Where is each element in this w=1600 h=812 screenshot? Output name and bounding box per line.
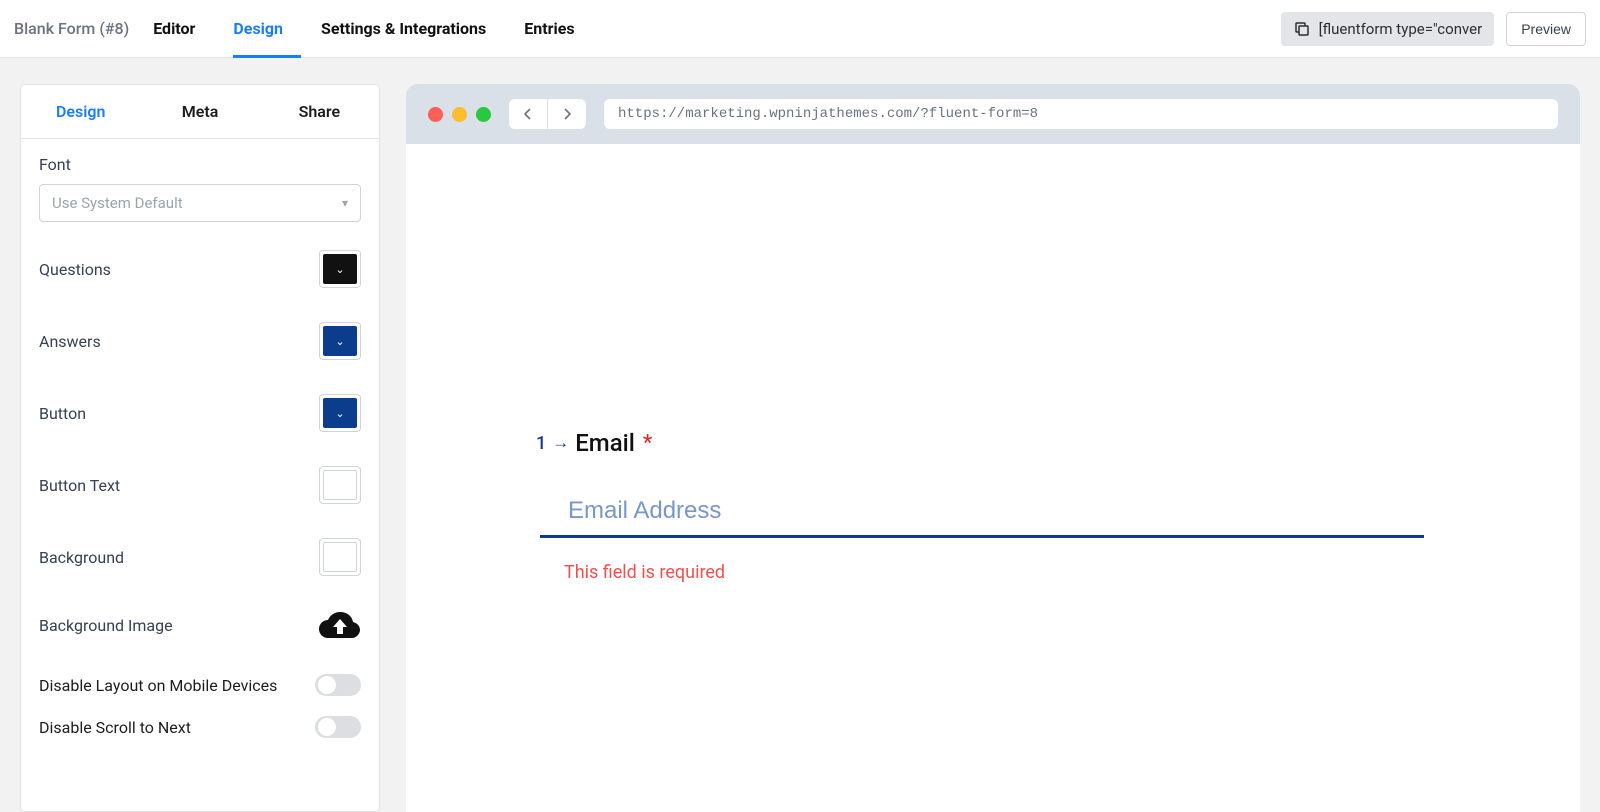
preview-pane: https://marketing.wpninjathemes.com/?flu… [406, 84, 1580, 812]
traffic-lights [428, 107, 491, 122]
chevron-down-icon: ⌄ [335, 263, 344, 276]
questions-label: Questions [39, 260, 111, 279]
button-text-color-picker[interactable] [319, 466, 361, 504]
questions-color-picker[interactable]: ⌄ [319, 250, 361, 288]
button-color-label: Button [39, 404, 86, 423]
font-heading: Font [39, 155, 361, 174]
nav-arrows [509, 99, 586, 129]
url-bar[interactable]: https://marketing.wpninjathemes.com/?flu… [604, 99, 1558, 129]
row-questions-color: Questions ⌄ [39, 250, 361, 288]
tab-design[interactable]: Design [233, 0, 283, 57]
cloud-upload-icon[interactable] [319, 610, 361, 640]
error-message: This field is required [536, 562, 1420, 583]
top-bar: Blank Form (#8) Editor Design Settings &… [0, 0, 1600, 58]
top-bar-right: [fluentform type="conver Preview [1281, 12, 1586, 46]
arrow-right-icon: → [552, 433, 569, 453]
subtab-share[interactable]: Share [260, 85, 379, 138]
button-text-color-label: Button Text [39, 476, 120, 495]
email-input[interactable] [540, 493, 1424, 538]
button-color-picker[interactable]: ⌄ [319, 394, 361, 432]
chevron-down-icon: ⌄ [335, 335, 344, 348]
preview-button[interactable]: Preview [1506, 12, 1586, 46]
background-image-label: Background Image [39, 616, 173, 635]
disable-scroll-toggle[interactable] [315, 716, 361, 738]
nav-forward-button[interactable] [548, 99, 586, 129]
row-disable-scroll: Disable Scroll to Next [39, 716, 361, 738]
font-select[interactable]: Use System Default ▾ [39, 184, 361, 222]
copy-icon [1293, 20, 1311, 38]
chevron-down-icon: ▾ [342, 196, 348, 210]
answers-color-picker[interactable]: ⌄ [319, 322, 361, 360]
font-select-placeholder: Use System Default [52, 194, 183, 212]
question-block: 1 → Email * This field is required [536, 429, 1420, 583]
chevron-down-icon: ⌄ [335, 407, 344, 420]
background-color-label: Background [39, 548, 124, 567]
row-background-image: Background Image [39, 610, 361, 640]
design-subtabs: Design Meta Share [21, 85, 379, 139]
disable-mobile-toggle[interactable] [315, 674, 361, 696]
subtab-meta[interactable]: Meta [140, 85, 259, 138]
tab-entries[interactable]: Entries [524, 0, 574, 57]
design-panel: Design Meta Share Font Use System Defaul… [20, 84, 380, 812]
browser-chrome: https://marketing.wpninjathemes.com/?flu… [406, 84, 1580, 144]
question-number: 1 [536, 433, 546, 454]
design-settings: Font Use System Default ▾ Questions ⌄ An… [21, 139, 379, 811]
subtab-design[interactable]: Design [21, 85, 140, 138]
form-viewport: 1 → Email * This field is required [406, 144, 1580, 812]
row-answers-color: Answers ⌄ [39, 322, 361, 360]
tab-editor[interactable]: Editor [153, 0, 195, 57]
window-close-dot [428, 107, 443, 122]
window-maximize-dot [476, 107, 491, 122]
question-header: 1 → Email * [536, 429, 1420, 457]
window-minimize-dot [452, 107, 467, 122]
row-disable-mobile: Disable Layout on Mobile Devices [39, 674, 361, 696]
workspace: Design Meta Share Font Use System Defaul… [0, 58, 1600, 812]
main-nav: Editor Design Settings & Integrations En… [153, 0, 574, 57]
answers-label: Answers [39, 332, 101, 351]
row-button-text-color: Button Text [39, 466, 361, 504]
disable-mobile-label: Disable Layout on Mobile Devices [39, 676, 277, 695]
row-background-color: Background [39, 538, 361, 576]
required-asterisk: * [643, 431, 652, 456]
tab-settings-integrations[interactable]: Settings & Integrations [321, 0, 486, 57]
question-label: Email [575, 429, 635, 457]
disable-scroll-label: Disable Scroll to Next [39, 718, 191, 737]
row-button-color: Button ⌄ [39, 394, 361, 432]
shortcode-text: [fluentform type="conver [1319, 20, 1483, 38]
background-color-picker[interactable] [319, 538, 361, 576]
nav-back-button[interactable] [509, 99, 547, 129]
form-name: Blank Form (#8) [14, 19, 129, 38]
shortcode-box[interactable]: [fluentform type="conver [1281, 12, 1495, 46]
